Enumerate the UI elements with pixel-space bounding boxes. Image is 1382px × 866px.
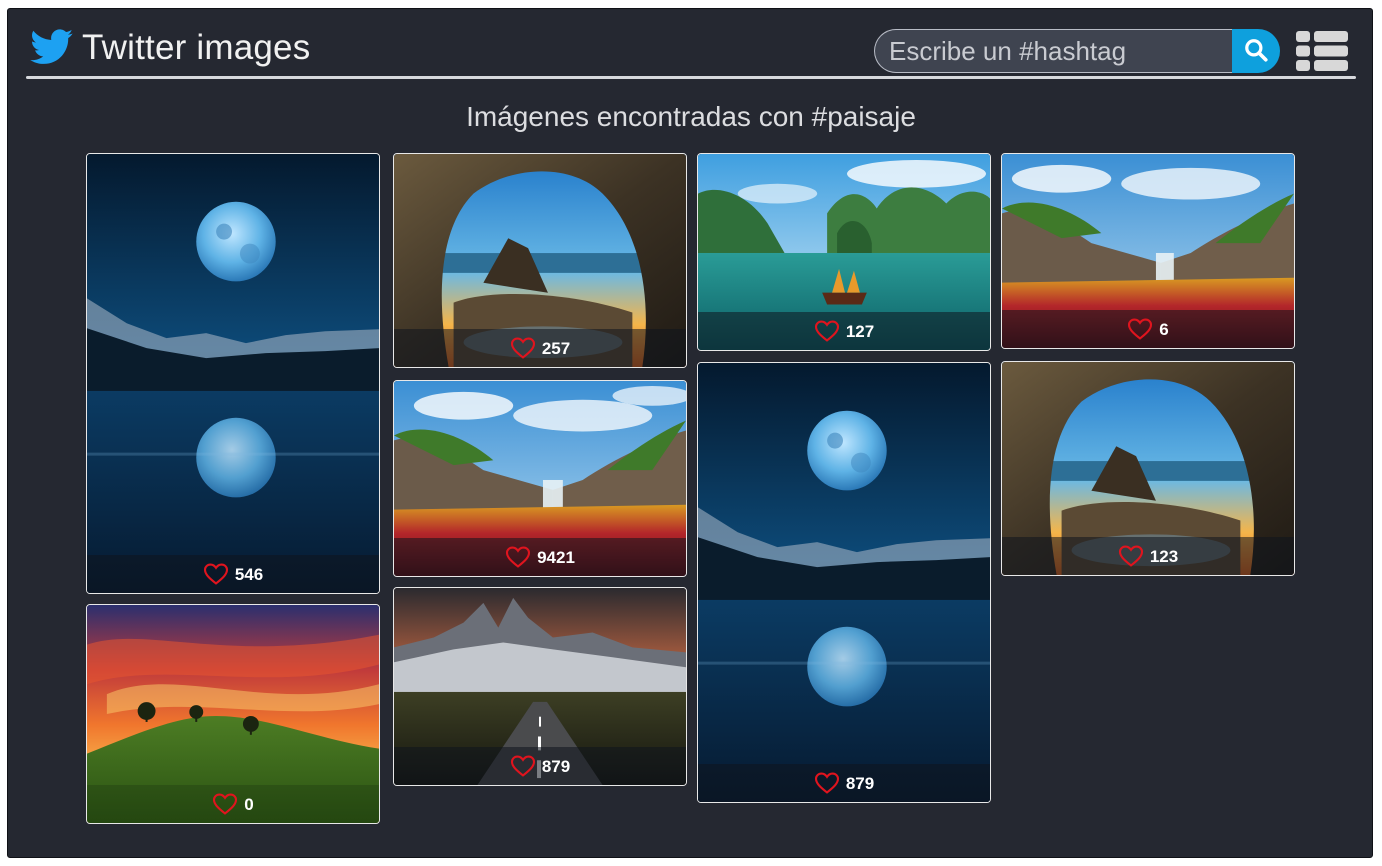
- hashtag-search: [874, 29, 1280, 73]
- like-count: 9421: [537, 547, 575, 567]
- like-count: 123: [1149, 546, 1179, 566]
- like-bar: 879: [698, 764, 990, 802]
- hashtag-search-input[interactable]: [874, 29, 1232, 73]
- image-card[interactable]: 546: [86, 153, 380, 594]
- search-icon: [1243, 37, 1269, 66]
- like-count: 879: [541, 756, 571, 776]
- heart-icon[interactable]: [203, 563, 229, 585]
- brand[interactable]: Twitter images: [30, 29, 310, 65]
- heart-icon[interactable]: [212, 793, 238, 815]
- moon-lake-image: [698, 363, 990, 802]
- like-count: 546: [234, 564, 264, 584]
- heart-icon[interactable]: [510, 755, 536, 777]
- like-bar: 9421: [394, 538, 686, 576]
- heart-icon[interactable]: [814, 772, 840, 794]
- like-bar: 257: [394, 329, 686, 367]
- image-card[interactable]: 257: [393, 153, 687, 368]
- like-bar: 6: [1002, 310, 1294, 348]
- twitter-bird-icon: [30, 29, 74, 65]
- image-card[interactable]: 879: [393, 587, 687, 786]
- app-title: Twitter images: [82, 27, 311, 67]
- results-heading: Imágenes encontradas con #paisaje: [466, 101, 916, 132]
- like-bar: 123: [1002, 537, 1294, 575]
- like-count: 879: [845, 773, 875, 793]
- image-card[interactable]: 9421: [393, 380, 687, 577]
- list-view-button[interactable]: [1296, 31, 1348, 71]
- image-card[interactable]: 6: [1001, 153, 1295, 349]
- like-bar: 127: [698, 312, 990, 350]
- like-count: 127: [845, 321, 875, 341]
- heart-icon[interactable]: [510, 337, 536, 359]
- list-view-icon: [1296, 31, 1348, 75]
- image-card[interactable]: 0: [86, 604, 380, 824]
- like-bar: 879: [394, 747, 686, 785]
- heart-icon[interactable]: [814, 320, 840, 342]
- image-card[interactable]: 123: [1001, 361, 1295, 576]
- like-bar: 546: [87, 555, 379, 593]
- app-header: Twitter images: [26, 17, 1356, 79]
- heart-icon[interactable]: [1127, 318, 1153, 340]
- moon-lake-image: [87, 154, 379, 593]
- image-card[interactable]: 879: [697, 362, 991, 803]
- header-divider: [26, 76, 1356, 79]
- like-bar: 0: [87, 785, 379, 823]
- app-window: Twitter images Escribe un #hashtag Imáge…: [7, 8, 1373, 858]
- heart-icon[interactable]: [1118, 545, 1144, 567]
- like-count: 257: [541, 338, 571, 358]
- like-count: 6: [1159, 319, 1169, 339]
- like-count: 0: [244, 794, 254, 814]
- image-card[interactable]: 127: [697, 153, 991, 351]
- heart-icon[interactable]: [505, 546, 531, 568]
- search-button[interactable]: [1232, 29, 1280, 73]
